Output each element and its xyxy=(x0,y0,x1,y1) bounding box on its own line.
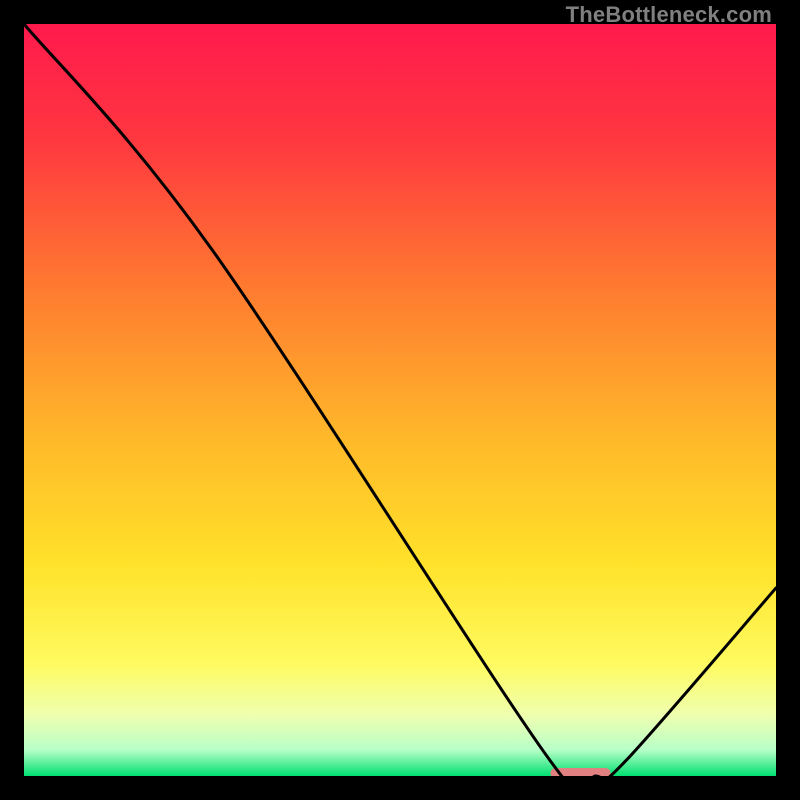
chart-gradient-bg xyxy=(24,24,776,776)
bottleneck-chart xyxy=(24,24,776,776)
chart-frame xyxy=(24,24,776,776)
